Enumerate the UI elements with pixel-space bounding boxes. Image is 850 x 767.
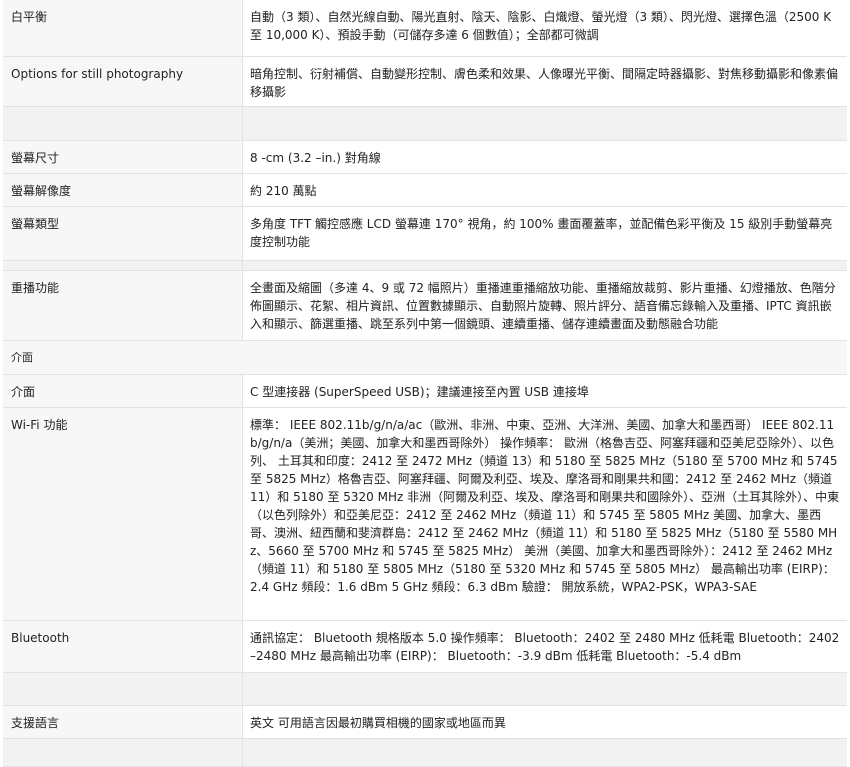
spec-value: C 型連接器 (SuperSpeed USB)；建議連接至內置 USB 連接埠 <box>242 374 847 408</box>
spacer-row <box>3 672 847 706</box>
spec-row-monitor-size: 螢幕尺寸 8 -cm (3.2 –in.) 對角線 <box>3 140 847 174</box>
spec-row-monitor-type: 螢幕類型 多角度 TFT 觸控感應 LCD 螢幕連 170° 視角，約 100%… <box>3 206 847 261</box>
spec-value: 8 -cm (3.2 –in.) 對角線 <box>242 140 847 174</box>
spec-row-languages: 支援語言 英文 可用語言因最初購買相機的國家或地區而異 <box>3 705 847 739</box>
spec-label: 支援語言 <box>3 705 243 739</box>
spec-label: 螢幕類型 <box>3 206 243 261</box>
spec-value: 全畫面及縮圖（多達 4、9 或 72 幅照片）重播連重播縮放功能、重播縮放裁剪、… <box>242 270 847 341</box>
spec-value: 通訊協定： Bluetooth 規格版本 5.0 操作頻率： Bluetooth… <box>242 620 847 673</box>
spec-row-playback: 重播功能 全畫面及縮圖（多達 4、9 或 72 幅照片）重播連重播縮放功能、重播… <box>3 270 847 341</box>
spec-label: 螢幕解像度 <box>3 173 243 207</box>
spec-row-wifi: Wi-Fi 功能 標準： IEEE 802.11b/g/n/a/ac（歐洲、非洲… <box>3 407 847 621</box>
spec-value: 標準： IEEE 802.11b/g/n/a/ac（歐洲、非洲、中東、亞洲、大洋… <box>242 407 847 621</box>
section-header-interface: 介面 <box>3 340 847 375</box>
spacer-row <box>3 260 847 271</box>
spec-label: Options for still photography <box>3 56 243 107</box>
spec-value: 英文 可用語言因最初購買相機的國家或地區而異 <box>242 705 847 739</box>
spec-value: 暗角控制、衍射補償、自動變形控制、膚色柔和效果、人像曝光平衡、間隔定時器攝影、對… <box>242 56 847 107</box>
spec-label: 介面 <box>3 374 243 408</box>
section-title: 介面 <box>3 340 847 375</box>
spacer-row <box>3 106 847 141</box>
spec-value: 多角度 TFT 觸控感應 LCD 螢幕連 170° 視角，約 100% 畫面覆蓋… <box>242 206 847 261</box>
spec-label: 螢幕尺寸 <box>3 140 243 174</box>
spec-row-bluetooth: Bluetooth 通訊協定： Bluetooth 規格版本 5.0 操作頻率：… <box>3 620 847 673</box>
spec-label: 白平衡 <box>3 0 243 57</box>
spec-row-white-balance: 白平衡 自動（3 類）、自然光線自動、陽光直射、陰天、陰影、白熾燈、螢光燈（3 … <box>3 0 847 57</box>
spec-row-monitor-resolution: 螢幕解像度 約 210 萬點 <box>3 173 847 207</box>
spec-table: 白平衡 自動（3 類）、自然光線自動、陽光直射、陰天、陰影、白熾燈、螢光燈（3 … <box>3 0 847 767</box>
spec-row-still-options: Options for still photography 暗角控制、衍射補償、… <box>3 56 847 107</box>
spec-label: 重播功能 <box>3 270 243 341</box>
spacer-row <box>3 738 847 767</box>
spec-label: Bluetooth <box>3 620 243 673</box>
spec-row-interface: 介面 C 型連接器 (SuperSpeed USB)；建議連接至內置 USB 連… <box>3 374 847 408</box>
spec-value: 約 210 萬點 <box>242 173 847 207</box>
spec-value: 自動（3 類）、自然光線自動、陽光直射、陰天、陰影、白熾燈、螢光燈（3 類）、閃… <box>242 0 847 57</box>
spec-label: Wi-Fi 功能 <box>3 407 243 621</box>
